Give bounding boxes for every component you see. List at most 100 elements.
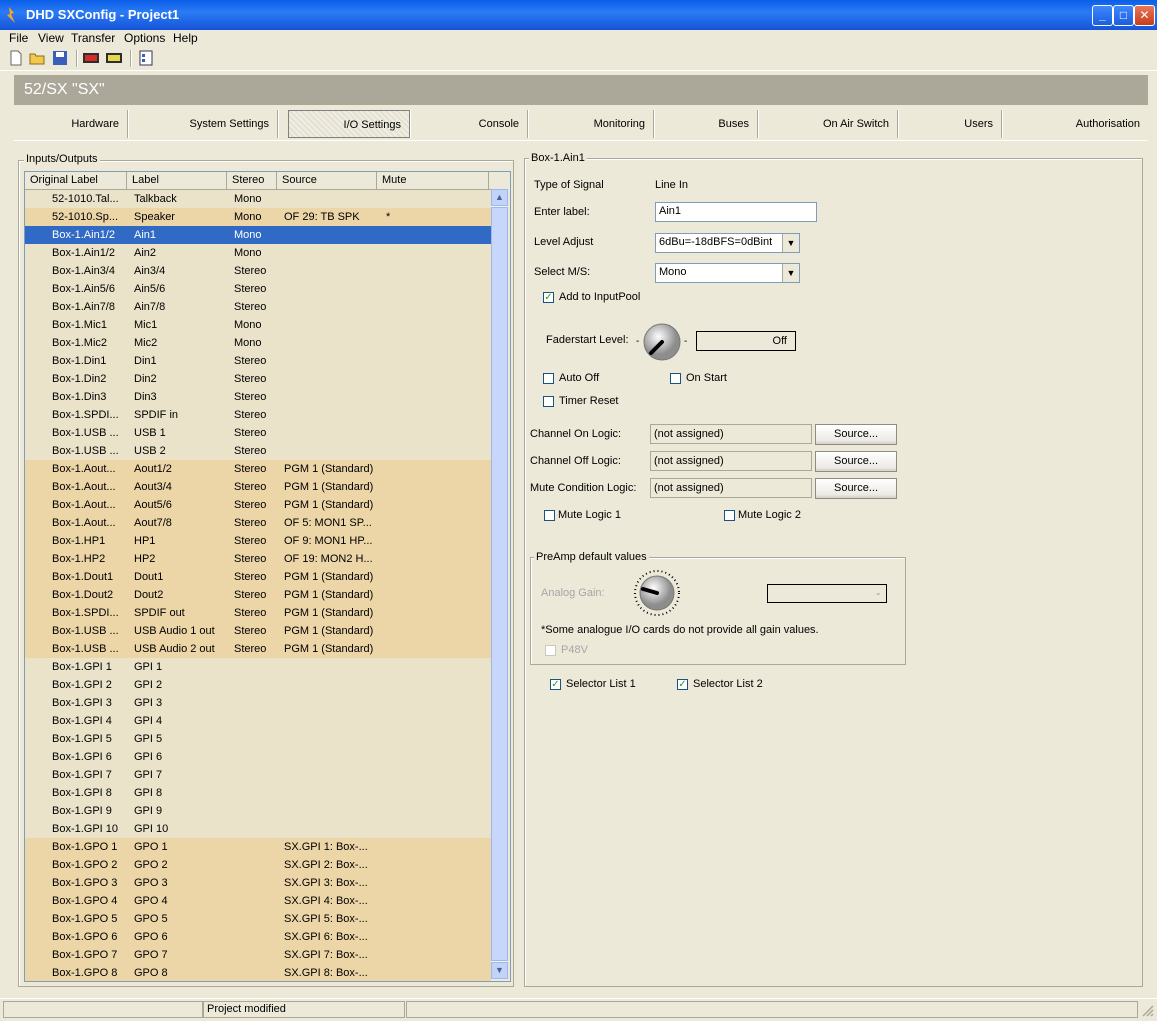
mute-condition-source-button[interactable]: Source...	[815, 478, 897, 499]
transfer-send-icon[interactable]	[83, 50, 99, 66]
table-row[interactable]: Box-1.GPO 8 GPO 8 SX.GPI 8: Box-...	[25, 964, 491, 981]
tab-on-air-switch[interactable]: On Air Switch	[760, 110, 898, 138]
col-label[interactable]: Label	[127, 172, 227, 189]
on-start-checkbox[interactable]	[670, 373, 681, 384]
menu-help[interactable]: Help	[173, 31, 198, 45]
table-row[interactable]: Box-1.GPO 1 GPO 1 SX.GPI 1: Box-...	[25, 838, 491, 856]
scroll-down-icon[interactable]: ▼	[491, 962, 508, 979]
level-adjust-select[interactable]: 6dBu=-18dBFS=0dBint ▼	[655, 233, 800, 253]
channel-off-source-button[interactable]: Source...	[815, 451, 897, 472]
mute-logic-1-checkbox[interactable]	[544, 510, 555, 521]
chevron-down-icon[interactable]: ▼	[782, 234, 799, 252]
new-file-icon[interactable]	[8, 50, 24, 66]
table-row[interactable]: Box-1.HP1 HP1 Stereo OF 9: MON1 HP...	[25, 532, 491, 550]
table-row[interactable]: Box-1.GPI 1 GPI 1	[25, 658, 491, 676]
table-row[interactable]: Box-1.Ain1/2 Ain1 Mono	[25, 226, 491, 244]
table-row[interactable]: 52-1010.Tal... Talkback Mono	[25, 190, 491, 208]
col-original-label[interactable]: Original Label	[25, 172, 127, 189]
table-row[interactable]: Box-1.USB ... USB Audio 2 out Stereo PGM 1 …	[25, 640, 491, 658]
table-row[interactable]: Box-1.Din3 Din3 Stereo	[25, 388, 491, 406]
table-row[interactable]: 52-1010.Sp... Speaker Mono OF 29: TB SPK *	[25, 208, 491, 226]
table-row[interactable]: Box-1.GPI 6 GPI 6	[25, 748, 491, 766]
table-row[interactable]: Box-1.Mic1 Mic1 Mono	[25, 316, 491, 334]
minimize-button[interactable]: _	[1092, 5, 1113, 26]
table-row[interactable]: Box-1.GPO 5 GPO 5 SX.GPI 5: Box-...	[25, 910, 491, 928]
tab-system-settings[interactable]: System Settings	[130, 110, 278, 138]
close-button[interactable]: ✕	[1134, 5, 1155, 26]
table-row[interactable]: Box-1.USB ... USB 2 Stereo	[25, 442, 491, 460]
col-source[interactable]: Source	[277, 172, 377, 189]
table-row[interactable]: Box-1.Ain5/6 Ain5/6 Stereo	[25, 280, 491, 298]
tab-io-settings[interactable]: I/O Settings	[288, 110, 410, 138]
table-row[interactable]: Box-1.SPDI... SPDIF out Stereo PGM 1 (Stand…	[25, 604, 491, 622]
table-row[interactable]: Box-1.Dout2 Dout2 Stereo PGM 1 (Standard)	[25, 586, 491, 604]
table-row[interactable]: Box-1.Din2 Din2 Stereo	[25, 370, 491, 388]
tab-authorisation[interactable]: Authorisation	[1004, 110, 1148, 138]
tab-users[interactable]: Users	[900, 110, 1002, 138]
mute-logic-2-checkbox[interactable]	[724, 510, 735, 521]
menu-options[interactable]: Options	[124, 31, 165, 45]
table-row[interactable]: Box-1.GPI 5 GPI 5	[25, 730, 491, 748]
resize-grip-icon[interactable]	[1140, 1003, 1154, 1017]
menu-file[interactable]: File	[9, 31, 28, 45]
col-stereo[interactable]: Stereo	[227, 172, 277, 189]
table-row[interactable]: Box-1.GPO 7 GPO 7 SX.GPI 7: Box-...	[25, 946, 491, 964]
table-row[interactable]: Box-1.SPDI... SPDIF in Stereo	[25, 406, 491, 424]
table-row[interactable]: Box-1.HP2 HP2 Stereo OF 19: MON2 H...	[25, 550, 491, 568]
open-folder-icon[interactable]	[29, 50, 45, 66]
channel-on-source-button[interactable]: Source...	[815, 424, 897, 445]
table-row[interactable]: Box-1.GPI 2 GPI 2	[25, 676, 491, 694]
faderstart-knob[interactable]: --	[634, 316, 690, 366]
table-row[interactable]: Box-1.Aout... Aout3/4 Stereo PGM 1 (Standar…	[25, 478, 491, 496]
table-row[interactable]: Box-1.GPI 7 GPI 7	[25, 766, 491, 784]
cell-stereo: Stereo	[234, 517, 267, 529]
list-scrollbar[interactable]: ▲ ▼	[491, 189, 508, 979]
table-row[interactable]: Box-1.Dout1 Dout1 Stereo PGM 1 (Standard)	[25, 568, 491, 586]
io-list[interactable]: Original Label Label Stereo Source Mute …	[24, 171, 511, 982]
selector-list-1-checkbox[interactable]: ✓	[550, 679, 561, 690]
chevron-down-icon[interactable]: ▼	[782, 264, 799, 282]
table-row[interactable]: Box-1.GPI 9 GPI 9	[25, 802, 491, 820]
table-row[interactable]: Box-1.Ain3/4 Ain3/4 Stereo	[25, 262, 491, 280]
table-row[interactable]: Box-1.GPI 8 GPI 8	[25, 784, 491, 802]
analog-gain-knob[interactable]	[628, 570, 686, 616]
scroll-up-icon[interactable]: ▲	[491, 189, 508, 206]
transfer-receive-icon[interactable]	[106, 50, 122, 66]
table-row[interactable]: Box-1.GPI 10 GPI 10	[25, 820, 491, 838]
table-row[interactable]: Box-1.GPI 4 GPI 4	[25, 712, 491, 730]
table-row[interactable]: Box-1.GPO 3 GPO 3 SX.GPI 3: Box-...	[25, 874, 491, 892]
tab-hardware[interactable]: Hardware	[14, 110, 128, 138]
table-row[interactable]: Box-1.Ain1/2 Ain2 Mono	[25, 244, 491, 262]
tab-monitoring[interactable]: Monitoring	[530, 110, 654, 138]
title-bar[interactable]: DHD SXConfig - Project1 _ □ ✕	[0, 0, 1157, 30]
save-icon[interactable]	[52, 50, 68, 66]
selector-list-2-checkbox[interactable]: ✓	[677, 679, 688, 690]
properties-icon[interactable]	[138, 50, 154, 66]
enter-label-input[interactable]: Ain1	[655, 202, 817, 222]
p48v-checkbox[interactable]	[545, 645, 556, 656]
table-row[interactable]: Box-1.GPO 2 GPO 2 SX.GPI 2: Box-...	[25, 856, 491, 874]
table-row[interactable]: Box-1.Aout... Aout5/6 Stereo PGM 1 (Standar…	[25, 496, 491, 514]
table-row[interactable]: Box-1.Aout... Aout7/8 Stereo OF 5: MON1 SP.…	[25, 514, 491, 532]
scroll-thumb[interactable]	[491, 207, 508, 961]
table-row[interactable]: Box-1.GPI 3 GPI 3	[25, 694, 491, 712]
table-row[interactable]: Box-1.USB ... USB 1 Stereo	[25, 424, 491, 442]
table-row[interactable]: Box-1.GPO 6 GPO 6 SX.GPI 6: Box-...	[25, 928, 491, 946]
tab-console[interactable]: Console	[416, 110, 528, 138]
select-ms-select[interactable]: Mono ▼	[655, 263, 800, 283]
auto-off-checkbox[interactable]	[543, 373, 554, 384]
menu-transfer[interactable]: Transfer	[71, 31, 115, 45]
col-mute[interactable]: Mute	[377, 172, 489, 189]
add-to-inputpool-checkbox[interactable]: ✓	[543, 292, 554, 303]
table-row[interactable]: Box-1.GPO 4 GPO 4 SX.GPI 4: Box-...	[25, 892, 491, 910]
maximize-button[interactable]: □	[1113, 5, 1134, 26]
table-row[interactable]: Box-1.USB ... USB Audio 1 out Stereo PGM 1 …	[25, 622, 491, 640]
timer-reset-checkbox[interactable]	[543, 396, 554, 407]
table-row[interactable]: Box-1.Din1 Din1 Stereo	[25, 352, 491, 370]
table-row[interactable]: Box-1.Ain7/8 Ain7/8 Stereo	[25, 298, 491, 316]
menu-view[interactable]: View	[38, 31, 64, 45]
cell-stereo: Stereo	[234, 607, 267, 619]
table-row[interactable]: Box-1.Aout... Aout1/2 Stereo PGM 1 (Standar…	[25, 460, 491, 478]
table-row[interactable]: Box-1.Mic2 Mic2 Mono	[25, 334, 491, 352]
tab-buses[interactable]: Buses	[656, 110, 758, 138]
